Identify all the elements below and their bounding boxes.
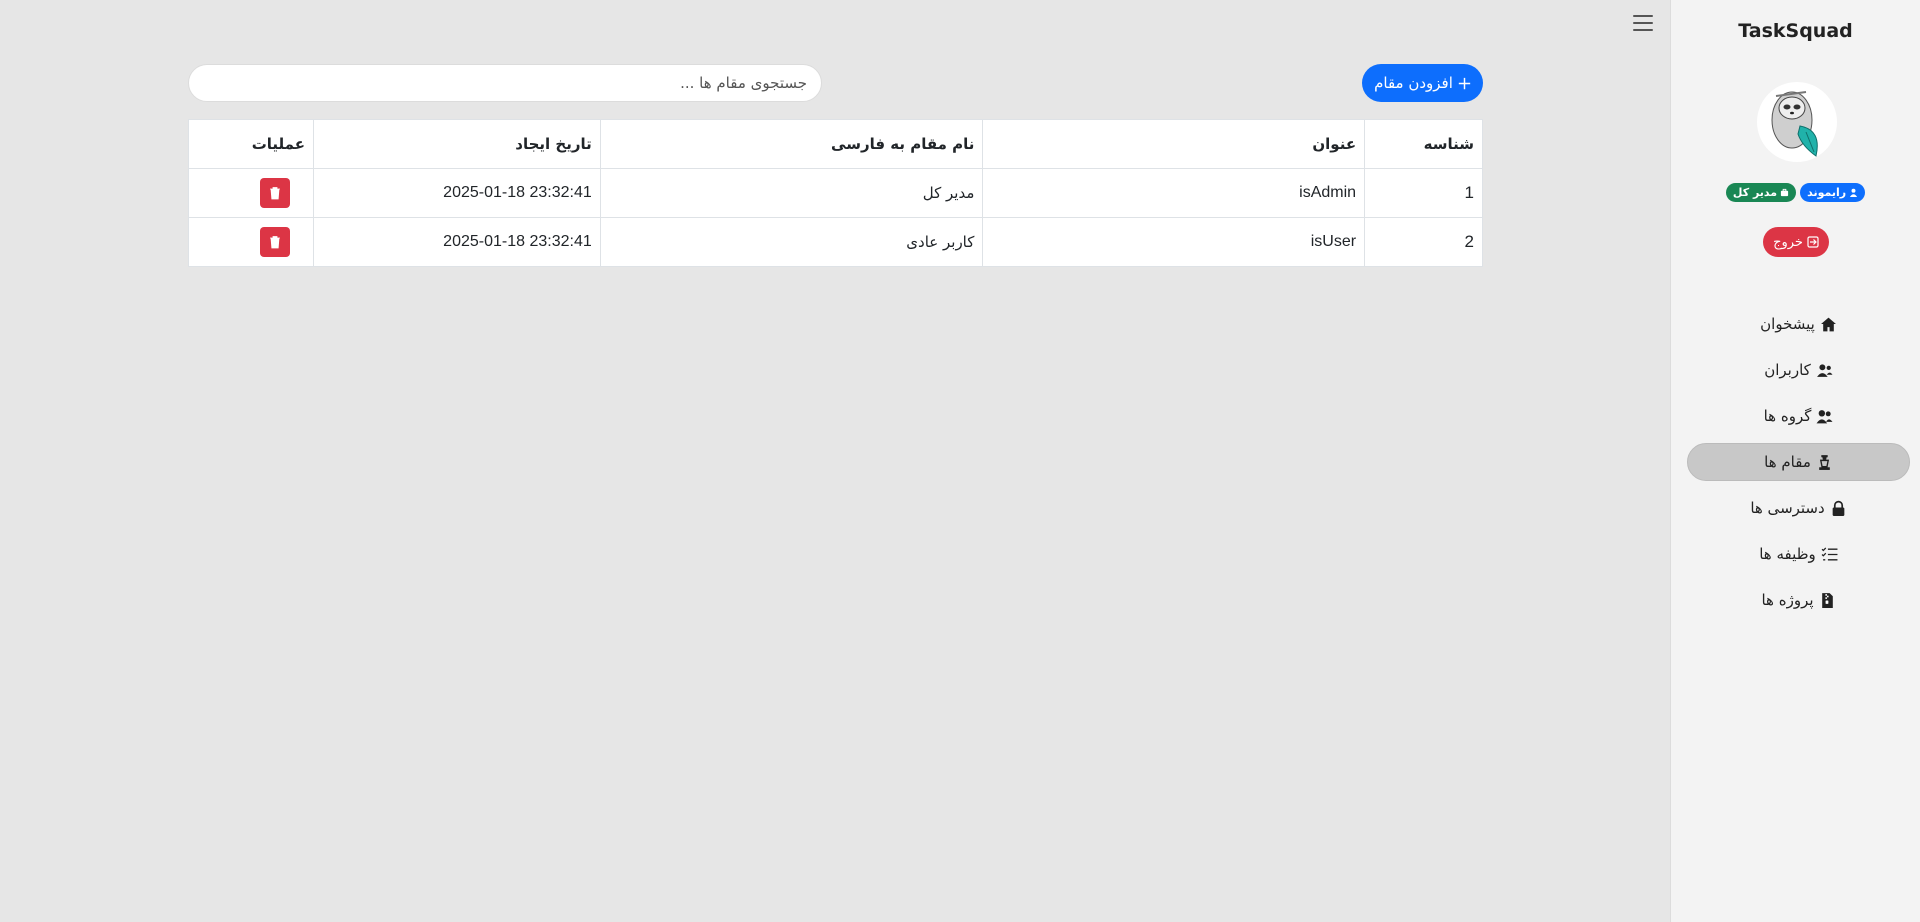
header-id[interactable]: شناسه bbox=[1364, 119, 1483, 169]
sidebar-item-dashboard[interactable]: پیشخوان bbox=[1687, 305, 1910, 343]
sidebar-item-roles[interactable]: مقام ها bbox=[1687, 443, 1910, 481]
sidebar-nav: پیشخوان کاربران گروه ها مقام ها دسترسی ه… bbox=[1671, 305, 1920, 627]
lock-icon bbox=[1832, 500, 1845, 516]
trash-icon bbox=[269, 236, 280, 249]
search-input[interactable] bbox=[188, 64, 822, 102]
cell-title: isUser bbox=[982, 217, 1366, 267]
sidebar-item-label: وظیفه ها bbox=[1759, 545, 1816, 563]
cell-created-date: 2025-01-18 23:32:41 bbox=[312, 217, 601, 267]
users-icon bbox=[1816, 363, 1833, 377]
add-role-label: افزودن مقام bbox=[1374, 74, 1453, 92]
sidebar-item-projects[interactable]: پروژه ها bbox=[1687, 581, 1910, 619]
sidebar-item-label: کاربران bbox=[1764, 361, 1811, 379]
cell-created-date: 2025-01-18 23:32:41 bbox=[312, 168, 601, 218]
sidebar-item-label: دسترسی ها bbox=[1750, 499, 1825, 517]
trash-icon bbox=[269, 187, 280, 200]
user-group-icon bbox=[1816, 409, 1833, 423]
sidebar-item-groups[interactable]: گروه ها bbox=[1687, 397, 1910, 435]
logout-button[interactable]: خروج bbox=[1763, 227, 1829, 257]
sign-out-icon bbox=[1807, 236, 1819, 248]
chess-piece-icon bbox=[1819, 454, 1830, 470]
cell-id: 2 bbox=[1364, 217, 1483, 267]
username-badge: رایموند bbox=[1800, 183, 1866, 202]
briefcase-icon bbox=[1780, 188, 1789, 197]
add-role-button[interactable]: افزودن مقام bbox=[1362, 64, 1483, 102]
header-created-date[interactable]: تاریخ ایجاد bbox=[312, 119, 601, 169]
sidebar-item-tasks[interactable]: وظیفه ها bbox=[1687, 535, 1910, 573]
table-header-row: شناسه عنوان نام مقام به فارسی تاریخ ایجا… bbox=[188, 119, 1483, 169]
header-title[interactable]: عنوان bbox=[982, 119, 1366, 169]
table-row: 2 isUser کاربر عادی 2025-01-18 23:32:41 bbox=[188, 217, 1483, 267]
plus-icon bbox=[1458, 77, 1471, 89]
sloth-avatar-icon bbox=[1771, 91, 1818, 157]
sidebar: TaskSquad رایموند مدیر کل خروج پیشخوان ک… bbox=[1670, 0, 1920, 922]
sidebar-item-label: گروه ها bbox=[1763, 407, 1812, 425]
cell-operations bbox=[188, 168, 314, 218]
table-row: 1 isAdmin مدیر کل 2025-01-18 23:32:41 bbox=[188, 168, 1483, 218]
cell-title: isAdmin bbox=[982, 168, 1366, 218]
sidebar-item-permissions[interactable]: دسترسی ها bbox=[1687, 489, 1910, 527]
role-badge: مدیر کل bbox=[1725, 183, 1797, 202]
sidebar-item-label: مقام ها bbox=[1764, 453, 1811, 471]
header-persian-name[interactable]: نام مقام به فارسی bbox=[599, 119, 984, 169]
sidebar-item-label: پروژه ها bbox=[1761, 591, 1814, 609]
house-icon bbox=[1820, 317, 1836, 331]
user-icon bbox=[1849, 188, 1858, 197]
hamburger-menu-icon[interactable] bbox=[1632, 13, 1654, 33]
roles-table: شناسه عنوان نام مقام به فارسی تاریخ ایجا… bbox=[188, 119, 1483, 267]
cell-persian-name: کاربر عادی bbox=[599, 217, 984, 267]
user-badges: رایموند مدیر کل bbox=[1671, 183, 1920, 202]
file-zipper-icon bbox=[1821, 592, 1833, 608]
header-operations: عملیات bbox=[188, 119, 314, 169]
avatar[interactable] bbox=[1757, 82, 1837, 162]
cell-id: 1 bbox=[1364, 168, 1483, 218]
cell-operations bbox=[188, 217, 314, 267]
sidebar-item-users[interactable]: کاربران bbox=[1687, 351, 1910, 389]
delete-button[interactable] bbox=[259, 178, 290, 208]
list-check-icon bbox=[1821, 546, 1838, 560]
cell-persian-name: مدیر کل bbox=[599, 168, 984, 218]
brand-title: TaskSquad bbox=[1738, 20, 1853, 42]
delete-button[interactable] bbox=[259, 227, 290, 257]
sidebar-item-label: پیشخوان bbox=[1760, 315, 1815, 333]
